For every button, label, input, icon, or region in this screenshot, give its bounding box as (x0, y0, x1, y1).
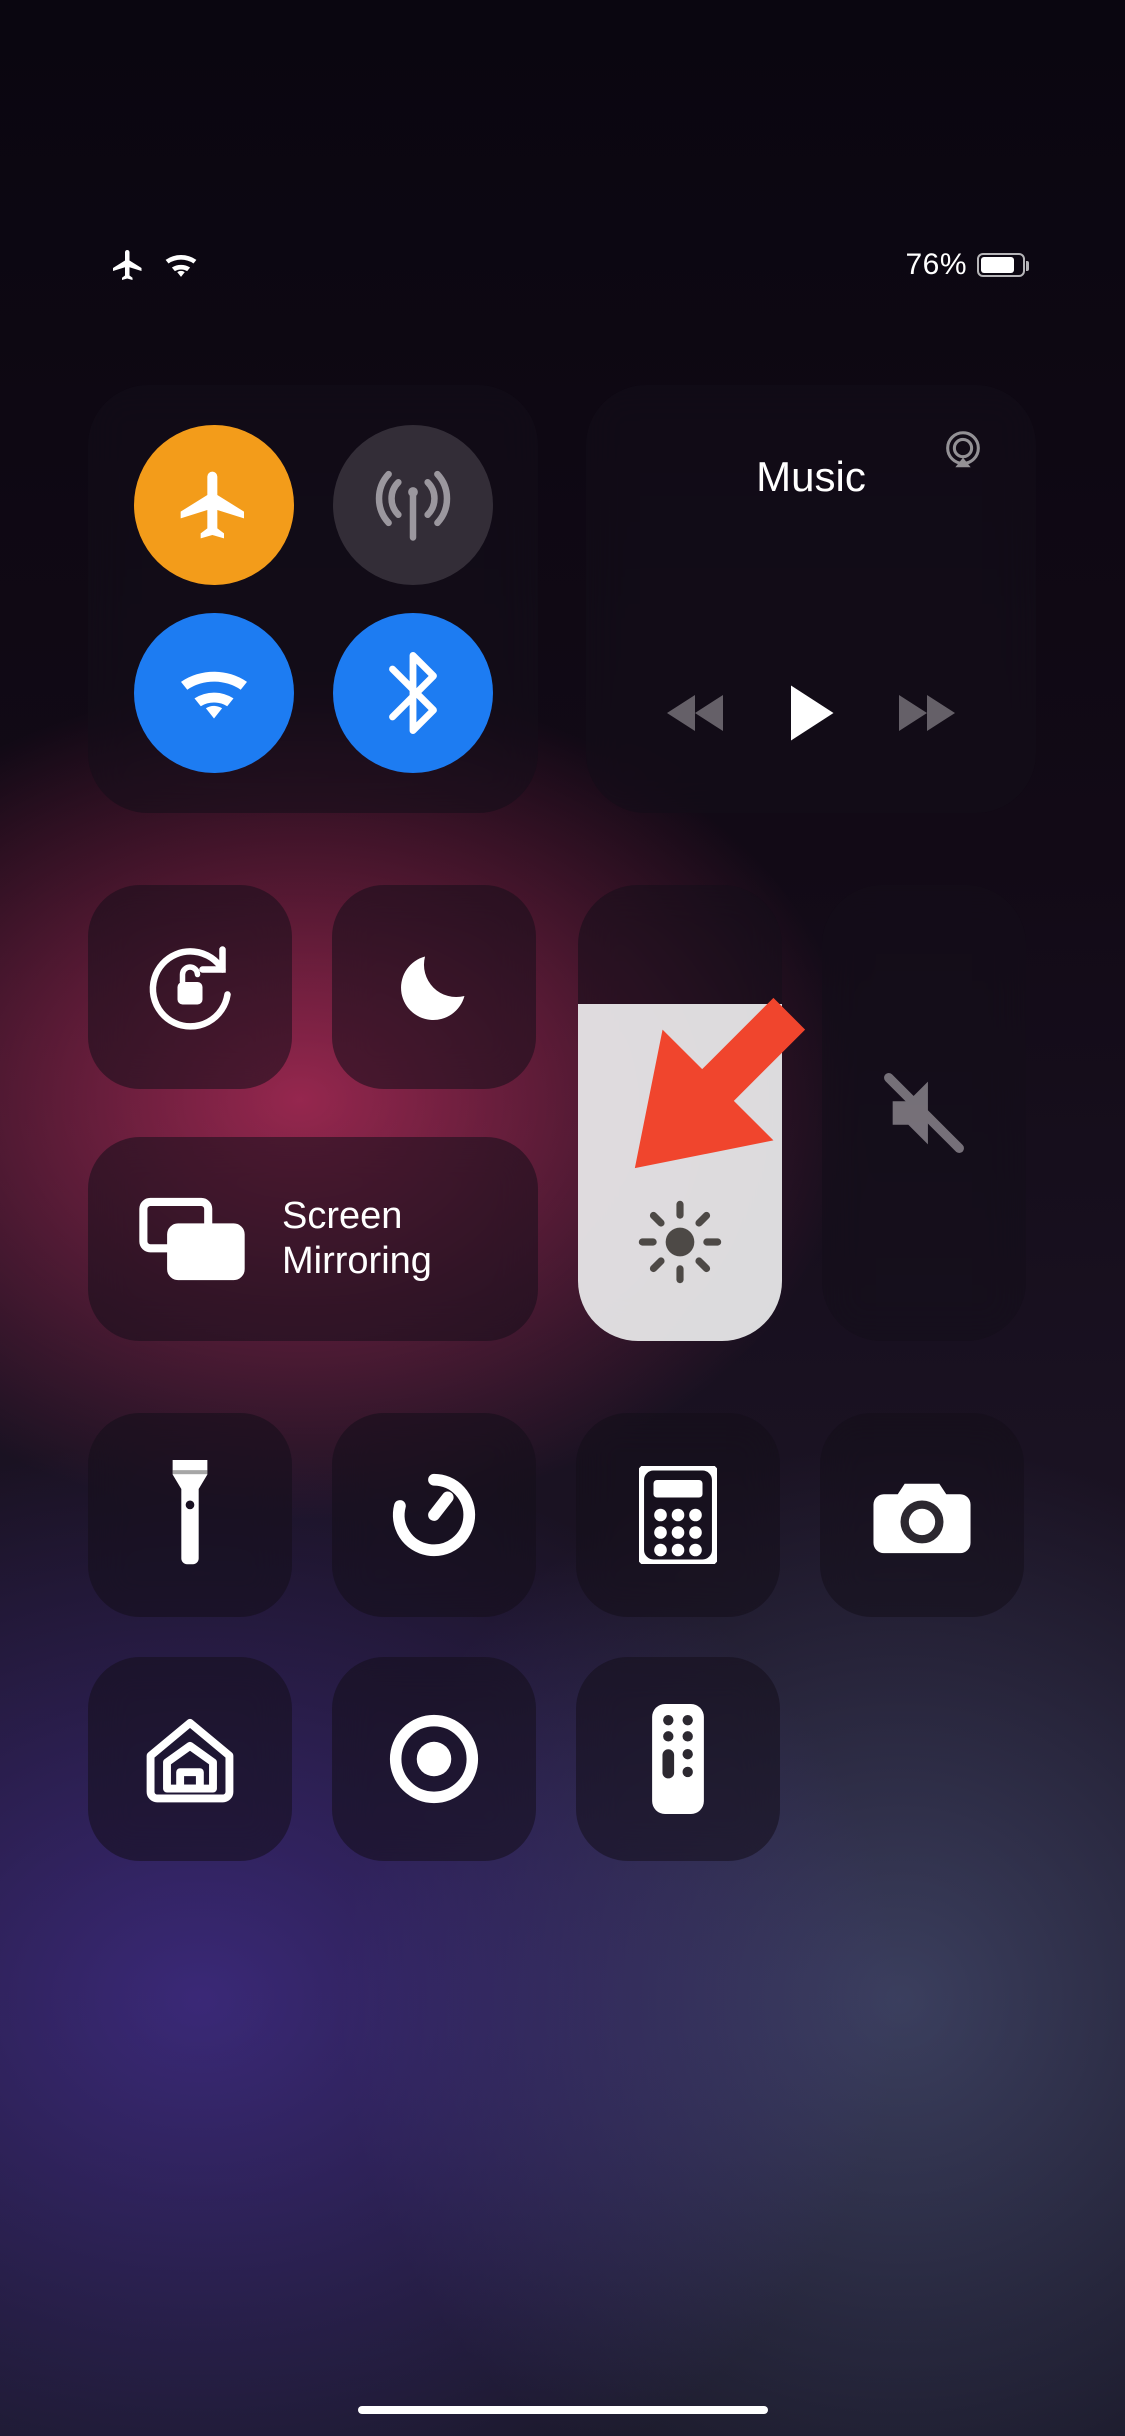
brightness-icon (637, 1199, 723, 1285)
flashlight-button[interactable] (88, 1413, 292, 1617)
calculator-button[interactable] (576, 1413, 780, 1617)
screen-mirroring-icon (136, 1195, 248, 1283)
screen-mirroring-tile[interactable]: Screen Mirroring (88, 1137, 538, 1341)
media-panel[interactable]: Music (586, 385, 1036, 813)
bluetooth-button[interactable] (333, 613, 493, 773)
volume-slider[interactable] (822, 885, 1026, 1341)
battery-icon (977, 253, 1025, 277)
home-indicator[interactable] (358, 2406, 768, 2414)
brightness-slider[interactable] (578, 885, 782, 1341)
previous-track-button[interactable] (663, 691, 727, 735)
airplay-icon[interactable] (940, 427, 986, 473)
status-bar-left (110, 247, 198, 283)
home-app-button[interactable] (88, 1657, 292, 1861)
wifi-icon (164, 251, 198, 279)
next-track-button[interactable] (895, 691, 959, 735)
battery-percent: 76% (905, 248, 967, 282)
airplane-mode-icon (110, 247, 146, 283)
screen-mirroring-label: Screen Mirroring (282, 1194, 432, 1284)
status-bar-right: 76% (905, 248, 1025, 282)
control-center: Music (88, 385, 1038, 1861)
do-not-disturb-button[interactable] (332, 885, 536, 1089)
status-bar: 76% (0, 235, 1125, 295)
screen-record-button[interactable] (332, 1657, 536, 1861)
cellular-data-button[interactable] (333, 425, 493, 585)
airplane-mode-button[interactable] (134, 425, 294, 585)
brightness-slider-fill (578, 1004, 782, 1341)
wifi-button[interactable] (134, 613, 294, 773)
apple-tv-remote-button[interactable] (576, 1657, 780, 1861)
orientation-lock-button[interactable] (88, 885, 292, 1089)
connectivity-panel[interactable] (88, 385, 538, 813)
play-button[interactable] (784, 683, 838, 743)
volume-muted-icon (877, 1066, 971, 1160)
timer-button[interactable] (332, 1413, 536, 1617)
camera-button[interactable] (820, 1413, 1024, 1617)
